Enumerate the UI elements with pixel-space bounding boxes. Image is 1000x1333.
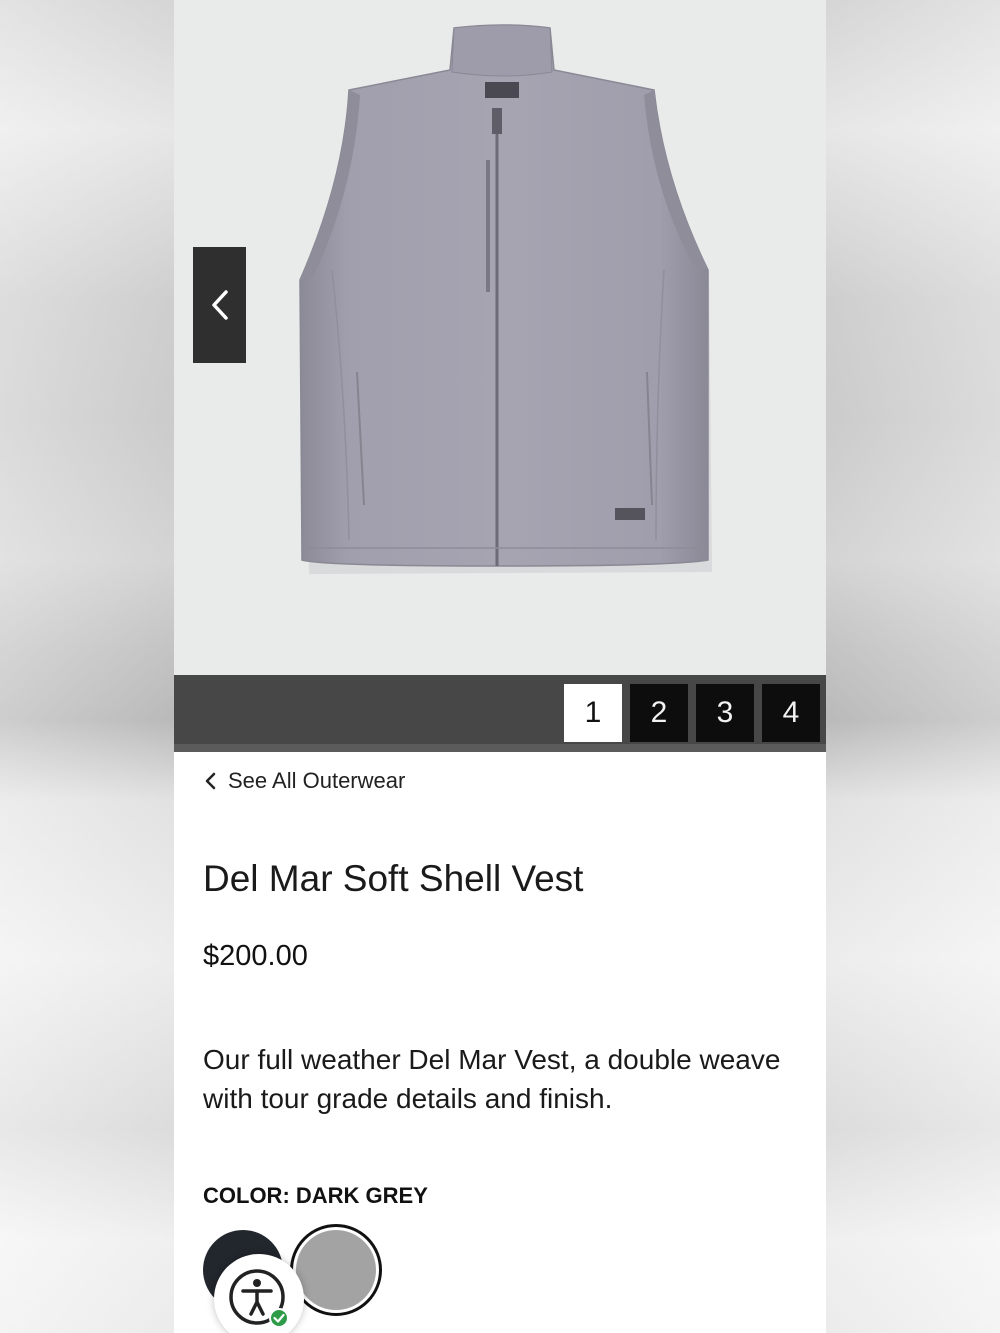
color-label: COLOR: DARK GREY [203, 1183, 428, 1208]
accessibility-icon [229, 1269, 289, 1328]
page-button-4[interactable]: 4 [762, 684, 820, 742]
back-link-label: See All Outerwear [228, 768, 406, 793]
product-description: Our full weather Del Mar Vest, a double … [203, 1044, 781, 1114]
accessibility-button[interactable] [214, 1254, 304, 1333]
chevron-left-icon [211, 290, 228, 320]
product-page: 1 2 3 4 See All Outerwear Del Mar Soft S… [174, 0, 826, 1333]
product-image [299, 24, 712, 574]
see-all-outerwear-link[interactable]: See All Outerwear [204, 768, 405, 794]
background-right [826, 0, 1000, 1333]
page-button-2[interactable]: 2 [630, 684, 688, 742]
product-title: Del Mar Soft Shell Vest [203, 858, 584, 899]
page-button-1[interactable]: 1 [564, 684, 622, 742]
background-left [0, 0, 174, 1333]
page-button-3[interactable]: 3 [696, 684, 754, 742]
check-badge-icon [269, 1308, 289, 1328]
product-price: $200.00 [203, 940, 308, 972]
image-pager: 1 2 3 4 [174, 675, 826, 752]
chevron-left-icon [205, 772, 216, 790]
previous-image-button[interactable] [193, 247, 246, 363]
swatch-fill [296, 1230, 376, 1310]
product-image-carousel [174, 0, 826, 675]
